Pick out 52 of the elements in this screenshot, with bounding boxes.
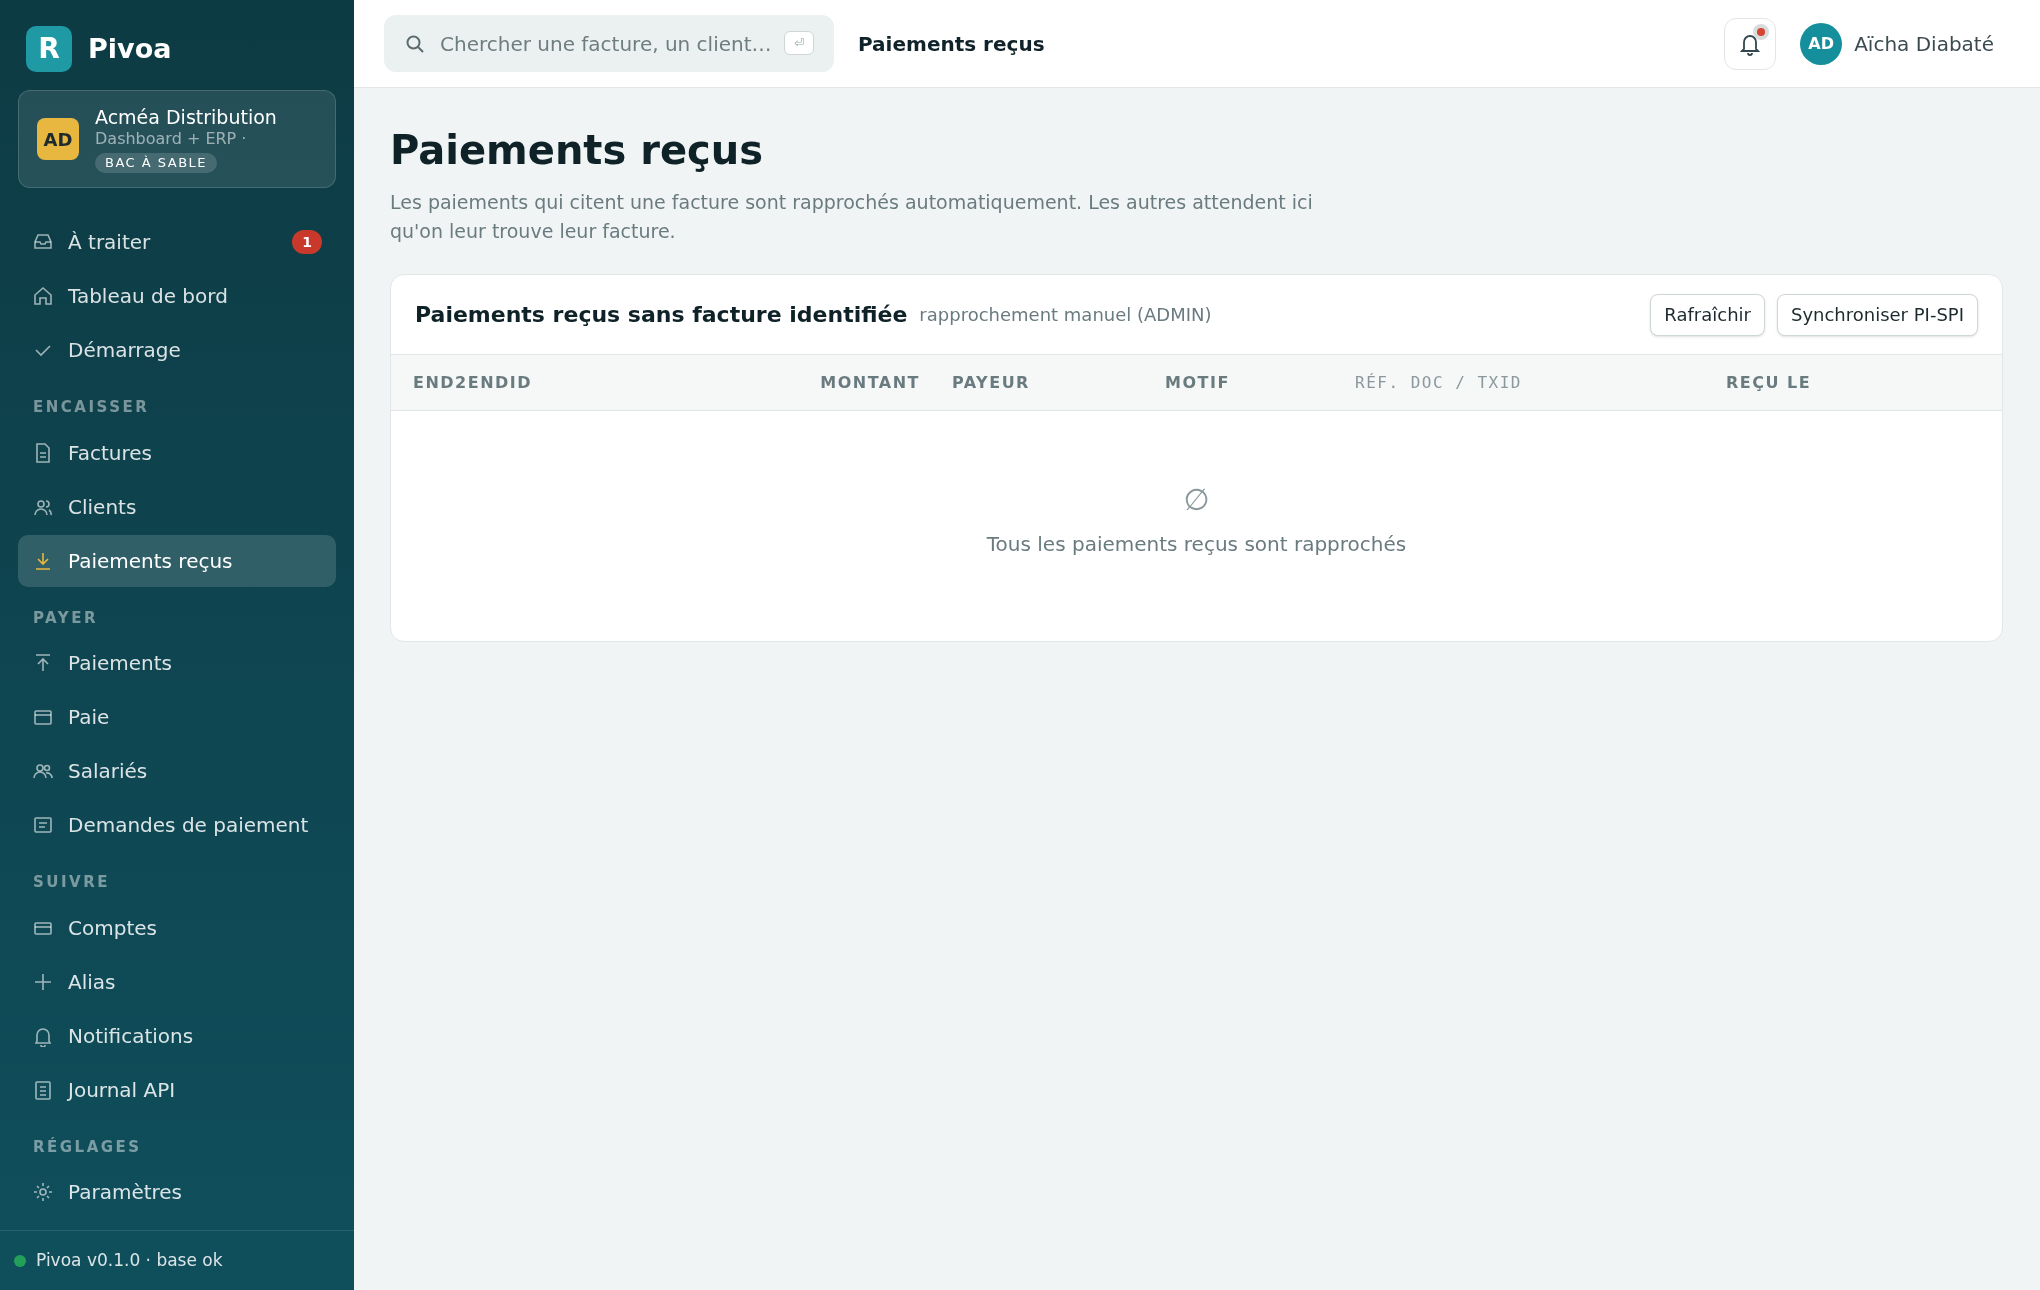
card-action-button[interactable]: Synchroniser PI-SPI bbox=[1776, 293, 1978, 336]
column-header: END2ENDID bbox=[413, 371, 534, 394]
empty-state-message: Tous les paiements reçus sont rapprochés bbox=[986, 531, 1407, 558]
page-heading: Paiements reçus bbox=[390, 126, 765, 175]
version-status: Pivoa v0.1.0 · base ok bbox=[36, 1248, 223, 1272]
page-title: Paiements reçus bbox=[858, 30, 1045, 58]
organization-name: Acméa Distribution bbox=[95, 105, 277, 129]
settings-icon bbox=[32, 1181, 54, 1203]
page-description: Les paiements qui citent une facture sont rapprochés automatiquement. Les autres attendent ici qu'on leur trouve leur facture. bbox=[390, 190, 1314, 244]
search-icon bbox=[405, 34, 425, 54]
notifications-button[interactable] bbox=[1724, 17, 1777, 70]
column-header: PAYEUR bbox=[952, 371, 1031, 394]
nav-item[interactable]: Comptes bbox=[18, 901, 336, 954]
column-header: MONTANT bbox=[820, 371, 920, 394]
nav-item[interactable]: À traiter 1 bbox=[18, 216, 336, 268]
organization-avatar: AD bbox=[37, 118, 79, 160]
nav-section-title: SUIVRE bbox=[32, 872, 111, 893]
nav-item[interactable]: Paiements reçus bbox=[18, 534, 336, 587]
card-subtitle: rapprochement manuel (ADMIN) bbox=[919, 303, 1212, 327]
count-badge: 1 bbox=[292, 230, 322, 254]
user-name[interactable]: Aïcha Diabaté bbox=[1854, 28, 1994, 59]
sandbox-badge: BAC À SABLE bbox=[95, 153, 218, 173]
organization-card[interactable]: AD Acméa Distribution Dashboard + ERP · BAC À SABLE bbox=[18, 90, 336, 188]
column-header: MOTIF bbox=[1165, 371, 1231, 394]
nav-section-title: ENCAISSER bbox=[32, 397, 151, 418]
nav-item[interactable]: Journal API bbox=[18, 1063, 336, 1116]
nav-item[interactable]: Factures bbox=[18, 426, 336, 479]
home-icon bbox=[32, 285, 54, 307]
nav-item[interactable]: Salariés bbox=[18, 745, 336, 797]
nav-item[interactable]: Paie bbox=[18, 691, 336, 743]
column-header: RÉF. DOC / TXID bbox=[1355, 371, 1523, 394]
nav-item[interactable]: Demandes de paiement bbox=[18, 799, 336, 851]
logo-icon: R bbox=[26, 26, 72, 72]
organization-plan: Dashboard + ERP · bbox=[95, 129, 247, 149]
nav-section-title: RÉGLAGES bbox=[32, 1136, 143, 1158]
enter-key-hint: ⏎ bbox=[784, 31, 814, 55]
user-avatar[interactable]: AD bbox=[1800, 22, 1843, 65]
nav-item[interactable]: Paiements bbox=[18, 637, 336, 689]
empty-state-icon: ∅ bbox=[1183, 483, 1210, 517]
nav-item[interactable]: Démarrage bbox=[18, 324, 336, 376]
nav-item[interactable]: Tableau de bord bbox=[18, 270, 336, 322]
nav-item[interactable]: Clients bbox=[18, 480, 336, 533]
column-header: REÇU LE bbox=[1726, 371, 1813, 394]
nav-item[interactable]: Alias bbox=[18, 955, 336, 1008]
list-icon bbox=[32, 814, 54, 836]
card-action-button[interactable]: Rafraîchir bbox=[1650, 293, 1765, 336]
document-icon bbox=[32, 1078, 54, 1101]
nav-item[interactable]: Paramètres bbox=[18, 1166, 336, 1218]
card-title: Paiements reçus sans facture identifiée bbox=[415, 301, 908, 329]
nav-section-title: PAYER bbox=[32, 607, 99, 629]
brand-name: Pivoa bbox=[88, 31, 172, 66]
nav-item[interactable]: Notifications bbox=[18, 1009, 336, 1062]
